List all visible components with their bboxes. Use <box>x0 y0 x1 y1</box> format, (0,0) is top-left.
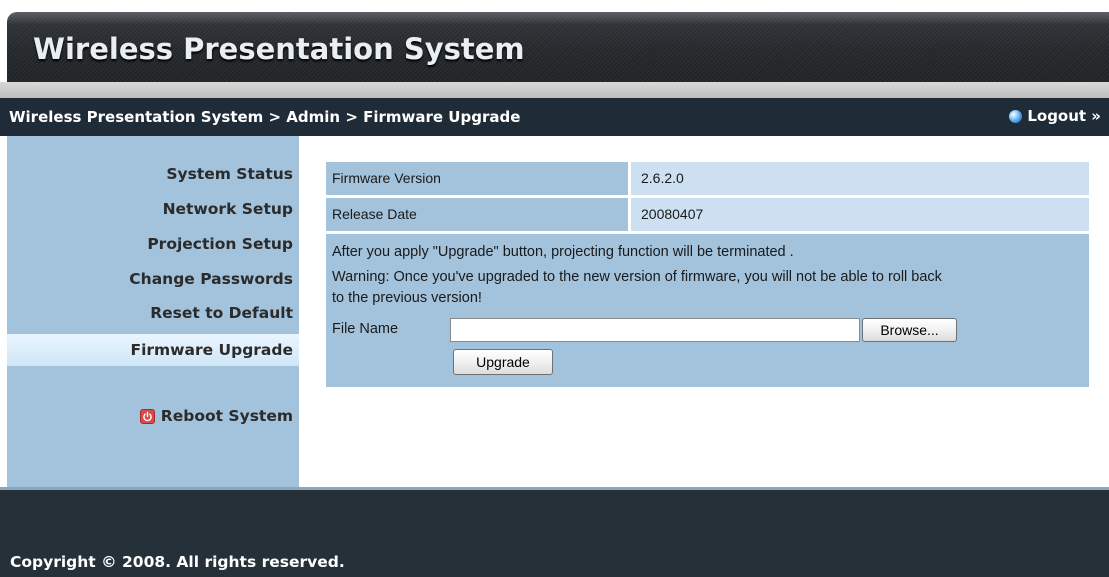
sidebar-item-system-status[interactable]: System Status <box>166 165 293 183</box>
logout-link[interactable]: Logout » <box>1009 107 1101 125</box>
warning-text: Warning: Once you've upgraded to the new… <box>332 269 942 285</box>
browse-button[interactable]: Browse... <box>862 318 957 342</box>
app-title: Wireless Presentation System <box>33 32 525 66</box>
header-banner: Wireless Presentation System <box>7 12 1109 82</box>
sidebar-item-change-passwords[interactable]: Change Passwords <box>129 270 293 288</box>
file-path-input[interactable] <box>450 318 860 342</box>
reboot-system-button[interactable]: Reboot System <box>139 407 293 425</box>
reboot-system-label: Reboot System <box>160 407 293 425</box>
footer: Copyright © 2008. All rights reserved. <box>0 490 1109 577</box>
header-divider <box>0 82 1109 98</box>
firmware-version-row: Firmware Version 2.6.2.0 <box>326 162 1089 195</box>
firmware-panel: Firmware Version 2.6.2.0 Release Date 20… <box>326 162 1089 387</box>
firmware-version-label: Firmware Version <box>326 162 628 195</box>
upgrade-section: After you apply "Upgrade" button, projec… <box>326 234 1089 387</box>
release-date-label: Release Date <box>326 198 628 231</box>
terminate-notice: After you apply "Upgrade" button, projec… <box>332 244 794 260</box>
sidebar-item-projection-setup[interactable]: Projection Setup <box>147 235 293 253</box>
upgrade-button[interactable]: Upgrade <box>453 349 553 375</box>
warning-text-continued: to the previous version! <box>332 290 482 306</box>
release-date-row: Release Date 20080407 <box>326 198 1089 231</box>
power-icon <box>139 408 155 424</box>
sidebar-item-network-setup[interactable]: Network Setup <box>163 200 293 218</box>
release-date-value: 20080407 <box>631 198 1089 231</box>
firmware-version-value: 2.6.2.0 <box>631 162 1089 195</box>
sidebar: System Status Network Setup Projection S… <box>7 136 299 487</box>
logout-label: Logout » <box>1027 107 1101 125</box>
breadcrumb-bar: Wireless Presentation System > Admin > F… <box>0 98 1109 136</box>
copyright-text: Copyright © 2008. All rights reserved. <box>10 553 345 571</box>
blue-orb-icon <box>1009 109 1023 123</box>
sidebar-item-reset-to-default[interactable]: Reset to Default <box>150 304 293 322</box>
file-name-label: File Name <box>332 321 399 337</box>
breadcrumb: Wireless Presentation System > Admin > F… <box>9 108 521 126</box>
sidebar-item-firmware-upgrade[interactable]: Firmware Upgrade <box>7 334 299 366</box>
